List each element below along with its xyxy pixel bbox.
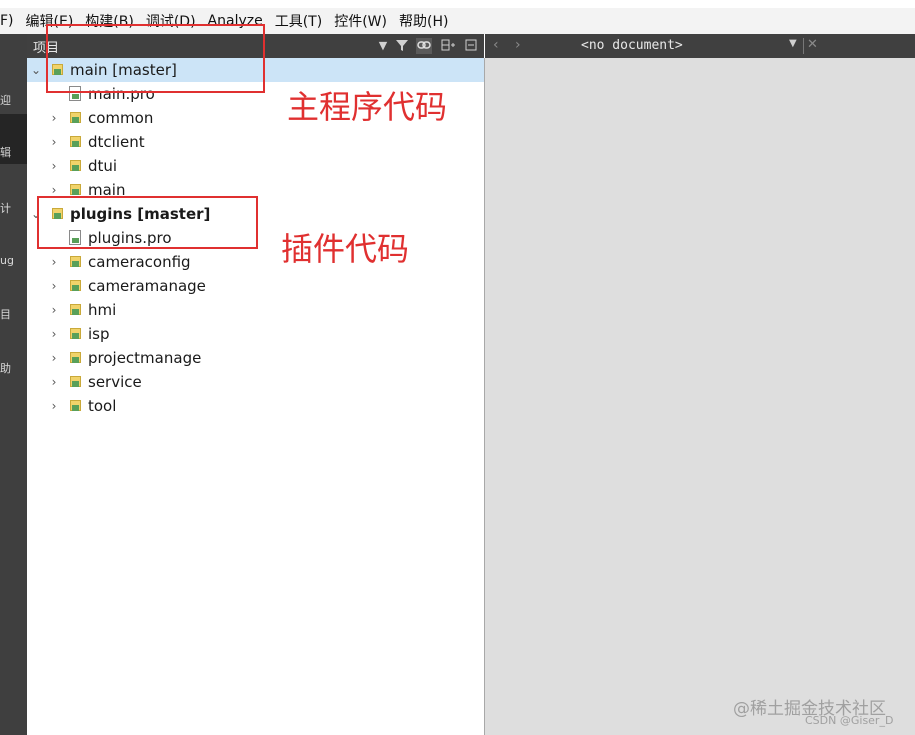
menu-controls[interactable]: 控件(W) (328, 11, 393, 31)
chevron-right-icon[interactable]: › (48, 370, 60, 394)
tree-item-label: cameraconfig (88, 253, 191, 271)
chevron-right-icon[interactable]: › (48, 394, 60, 418)
mode-edit[interactable]: 辑 (0, 114, 27, 164)
annotation-box-main (46, 24, 265, 93)
tree-item-label: dtui (88, 157, 118, 175)
mode-debug[interactable]: ug (0, 254, 27, 267)
chevron-down-icon[interactable]: ▼ (789, 38, 797, 49)
menu-help[interactable]: 帮助(H) (393, 11, 454, 31)
menu-file[interactable]: F) (0, 13, 20, 29)
back-arrow-icon[interactable]: ‹ (493, 37, 499, 53)
tree-item-label: cameramanage (88, 277, 206, 295)
folder-icon (70, 112, 81, 124)
editor-area[interactable] (485, 58, 915, 735)
split-icon[interactable] (440, 38, 456, 54)
annotation-plugin-code: 插件代码 (281, 230, 410, 268)
toolbar-divider (803, 38, 804, 54)
tree-item-label: tool (88, 397, 117, 415)
folder-icon (70, 256, 81, 268)
project-tree: ⌄ main [master] main.pro › common › dtcl… (27, 58, 485, 735)
tree-item-cameramanage[interactable]: › cameramanage (27, 274, 484, 298)
chevron-right-icon[interactable]: › (48, 346, 60, 370)
tree-item-service[interactable]: › service (27, 370, 484, 394)
document-title[interactable]: <no document> (581, 38, 683, 53)
folder-icon (70, 160, 81, 172)
tree-item-label: hmi (88, 301, 117, 319)
tree-item-label: common (88, 109, 154, 127)
folder-icon (70, 376, 81, 388)
folder-icon (70, 400, 81, 412)
mode-selector-bar: 迎 辑 计 ug 目 助 (0, 34, 27, 735)
chevron-right-icon[interactable]: › (48, 154, 60, 178)
chevron-down-icon[interactable]: ⌄ (30, 58, 42, 82)
close-pane-icon[interactable] (463, 38, 479, 54)
folder-icon (70, 328, 81, 340)
mode-design[interactable]: 计 (0, 200, 27, 216)
annotation-box-plugins (37, 196, 258, 249)
folder-icon (70, 136, 81, 148)
menu-tools[interactable]: 工具(T) (269, 11, 328, 31)
window-top-strip (0, 0, 915, 8)
chevron-right-icon[interactable]: › (48, 130, 60, 154)
folder-icon (70, 304, 81, 316)
tree-item-label: isp (88, 325, 110, 343)
tree-item-hmi[interactable]: › hmi (27, 298, 484, 322)
tree-item-dtclient[interactable]: › dtclient (27, 130, 484, 154)
forward-arrow-icon[interactable]: › (515, 37, 521, 53)
mode-help[interactable]: 助 (0, 360, 27, 376)
tree-item-tool[interactable]: › tool (27, 394, 484, 418)
tree-item-label: service (88, 373, 142, 391)
chevron-right-icon[interactable]: › (48, 322, 60, 346)
close-icon[interactable]: ✕ (807, 37, 818, 52)
chevron-right-icon[interactable]: › (48, 250, 60, 274)
tree-item-label: dtclient (88, 133, 145, 151)
editor-toolbar: ‹ › <no document> ▼ ✕ (485, 34, 915, 58)
mode-welcome[interactable]: 迎 (0, 92, 27, 108)
chevron-right-icon[interactable]: › (48, 298, 60, 322)
tree-item-dtui[interactable]: › dtui (27, 154, 484, 178)
link-icon[interactable] (416, 38, 432, 54)
chevron-right-icon[interactable]: › (48, 106, 60, 130)
tree-item-isp[interactable]: › isp (27, 322, 484, 346)
chevron-right-icon[interactable]: › (48, 274, 60, 298)
folder-icon (70, 352, 81, 364)
watermark-csdn: CSDN @Giser_D (805, 714, 894, 727)
filter-icon[interactable] (394, 38, 410, 54)
tree-item-cameraconfig[interactable]: › cameraconfig (27, 250, 484, 274)
folder-icon (70, 184, 81, 196)
tree-item-label: projectmanage (88, 349, 202, 367)
folder-icon (70, 280, 81, 292)
annotation-main-code: 主程序代码 (287, 88, 448, 126)
tree-item-projectmanage[interactable]: › projectmanage (27, 346, 484, 370)
mode-projects[interactable]: 目 (0, 306, 27, 322)
chevron-down-icon[interactable]: ▼ (375, 38, 391, 54)
